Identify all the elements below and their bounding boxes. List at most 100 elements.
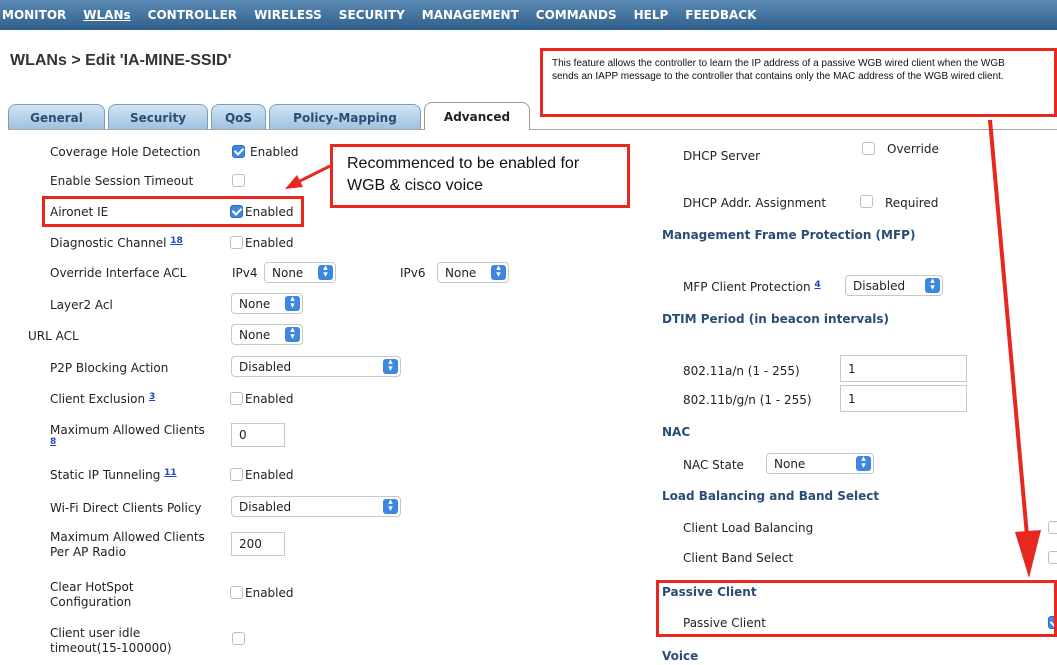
wifi-direct-select[interactable]: Disabled ▴ ▾ [231, 496, 401, 517]
tab-security[interactable]: Security [108, 104, 208, 130]
lb-section-title: Load Balancing and Band Select [662, 489, 880, 503]
feature-note-text: This feature allows the controller to le… [552, 58, 1005, 82]
coverage-hole-checkbox[interactable] [232, 145, 245, 158]
dtim-an-label: 802.11a/n (1 - 255) [683, 364, 800, 378]
nav-security[interactable]: SECURITY [339, 8, 405, 22]
dtim-an-input[interactable]: 1 [840, 355, 967, 382]
nav-wireless[interactable]: WIRELESS [254, 8, 322, 22]
feature-note-box: This feature allows the controller to le… [540, 48, 1057, 117]
coverage-hole-value: Enabled [250, 145, 299, 159]
diagnostic-channel-checkbox[interactable] [230, 236, 243, 249]
layer2-acl-select[interactable]: None ▴ ▾ [231, 293, 303, 314]
layer2-acl-value: None [239, 296, 271, 311]
mfp-client-select[interactable]: Disabled ▴ ▾ [845, 275, 943, 296]
max-clients-ap-label-2: Per AP Radio [50, 545, 126, 559]
nav-commands[interactable]: COMMANDS [536, 8, 617, 22]
clear-hotspot-label-2: Configuration [50, 595, 132, 609]
client-exclusion-footnote[interactable]: 3 [149, 392, 155, 402]
session-timeout-label: Enable Session Timeout [50, 174, 194, 188]
mfp-client-footnote[interactable]: 4 [814, 280, 820, 290]
url-acl-select[interactable]: None ▴ ▾ [231, 324, 303, 345]
select-arrows-icon: ▴ ▾ [491, 264, 506, 280]
override-acl-label: Override Interface ACL [50, 266, 187, 280]
static-ip-tunneling-text: Static IP Tunneling [50, 468, 161, 482]
passive-client-highlight-box [656, 580, 1057, 637]
voice-section-title: Voice [662, 649, 699, 663]
select-arrows-icon: ▴ ▾ [383, 498, 398, 514]
max-clients-input[interactable]: 0 [231, 423, 285, 447]
nav-wlans[interactable]: WLANs [83, 8, 130, 22]
select-arrows-icon: ▴ ▾ [383, 358, 398, 374]
layer2-acl-label: Layer2 Acl [50, 298, 113, 312]
client-exclusion-text: Client Exclusion [50, 392, 146, 406]
tab-general[interactable]: General [8, 104, 105, 130]
tab-qos[interactable]: QoS [211, 104, 266, 130]
mfp-client-text: MFP Client Protection [683, 280, 811, 294]
clear-hotspot-checkbox[interactable] [230, 586, 243, 599]
static-ip-tunneling-footnote[interactable]: 11 [164, 468, 177, 478]
tab-policy-mapping[interactable]: Policy-Mapping [269, 104, 421, 130]
p2p-blocking-value: Disabled [239, 359, 292, 374]
select-arrows-icon: ▴ ▾ [318, 264, 333, 280]
select-arrows-icon: ▴ ▾ [285, 295, 300, 311]
page-title: WLANs > Edit 'IA-MINE-SSID' [10, 52, 232, 69]
nav-controller[interactable]: CONTROLLER [148, 8, 237, 22]
url-acl-value: None [239, 327, 271, 342]
static-ip-tunneling-value: Enabled [245, 468, 294, 482]
clear-hotspot-value: Enabled [245, 586, 294, 600]
client-lb-checkbox[interactable] [1048, 521, 1057, 534]
wifi-direct-value: Disabled [239, 499, 292, 514]
tab-advanced[interactable]: Advanced [424, 102, 530, 130]
select-arrows-icon: ▴ ▾ [285, 326, 300, 342]
p2p-blocking-select[interactable]: Disabled ▴ ▾ [231, 356, 401, 377]
mfp-client-value: Disabled [853, 278, 906, 293]
nac-state-label: NAC State [683, 458, 744, 472]
recommend-line-1: Recommenced to be enabled for [347, 155, 580, 172]
nac-section-title: NAC [662, 425, 691, 439]
recommend-line-2: WGB & cisco voice [347, 177, 484, 194]
ipv4-acl-select[interactable]: None ▴ ▾ [264, 262, 336, 283]
nav-monitor[interactable]: MONITOR [2, 8, 66, 22]
client-exclusion-label: Client Exclusion 3 [50, 392, 155, 406]
max-clients-footnote[interactable]: 8 [50, 437, 56, 447]
idle-timeout-label-2: timeout(15-100000) [50, 641, 172, 655]
p2p-blocking-label: P2P Blocking Action [50, 361, 169, 375]
url-acl-label: URL ACL [28, 329, 79, 343]
idle-timeout-checkbox[interactable] [232, 632, 245, 645]
client-exclusion-checkbox[interactable] [230, 392, 243, 405]
nav-management[interactable]: MANAGEMENT [422, 8, 519, 22]
dhcp-assignment-label: DHCP Addr. Assignment [683, 196, 827, 210]
mfp-section-title: Management Frame Protection (MFP) [662, 228, 916, 242]
coverage-hole-label: Coverage Hole Detection [50, 145, 201, 159]
aironet-highlight-box [42, 196, 304, 227]
dhcp-assignment-value: Required [885, 196, 939, 210]
ipv4-label: IPv4 [232, 266, 258, 280]
dtim-bgn-input[interactable]: 1 [840, 385, 967, 412]
dhcp-server-checkbox[interactable] [862, 142, 875, 155]
client-bs-checkbox[interactable] [1048, 551, 1057, 564]
dhcp-server-value: Override [887, 142, 939, 156]
dtim-bgn-label: 802.11b/g/n (1 - 255) [683, 393, 812, 407]
top-nav: MONITOR WLANs CONTROLLER WIRELESS SECURI… [0, 0, 1057, 30]
idle-timeout-label-1: Client user idle [50, 626, 141, 640]
nac-state-value: None [774, 456, 806, 471]
max-clients-ap-input[interactable]: 200 [231, 532, 285, 556]
session-timeout-checkbox[interactable] [232, 174, 245, 187]
static-ip-tunneling-checkbox[interactable] [230, 468, 243, 481]
nav-feedback[interactable]: FEEDBACK [685, 8, 756, 22]
client-bs-label: Client Band Select [683, 551, 794, 565]
ipv6-acl-select[interactable]: None ▴ ▾ [437, 262, 509, 283]
dhcp-assignment-checkbox[interactable] [860, 195, 873, 208]
dhcp-server-label: DHCP Server [683, 149, 761, 163]
diagnostic-channel-text: Diagnostic Channel [50, 236, 167, 250]
ipv6-acl-value: None [445, 265, 477, 280]
diagnostic-channel-label: Diagnostic Channel 18 [50, 236, 183, 250]
max-clients-ap-label-1: Maximum Allowed Clients [50, 530, 205, 544]
nac-state-select[interactable]: None ▴ ▾ [766, 453, 874, 474]
mfp-client-label: MFP Client Protection 4 [683, 280, 821, 294]
diagnostic-channel-footnote[interactable]: 18 [170, 236, 183, 246]
nav-help[interactable]: HELP [634, 8, 669, 22]
client-exclusion-value: Enabled [245, 392, 294, 406]
max-clients-footnote-wrap: 8 [50, 437, 56, 451]
select-arrows-icon: ▴ ▾ [856, 455, 871, 471]
